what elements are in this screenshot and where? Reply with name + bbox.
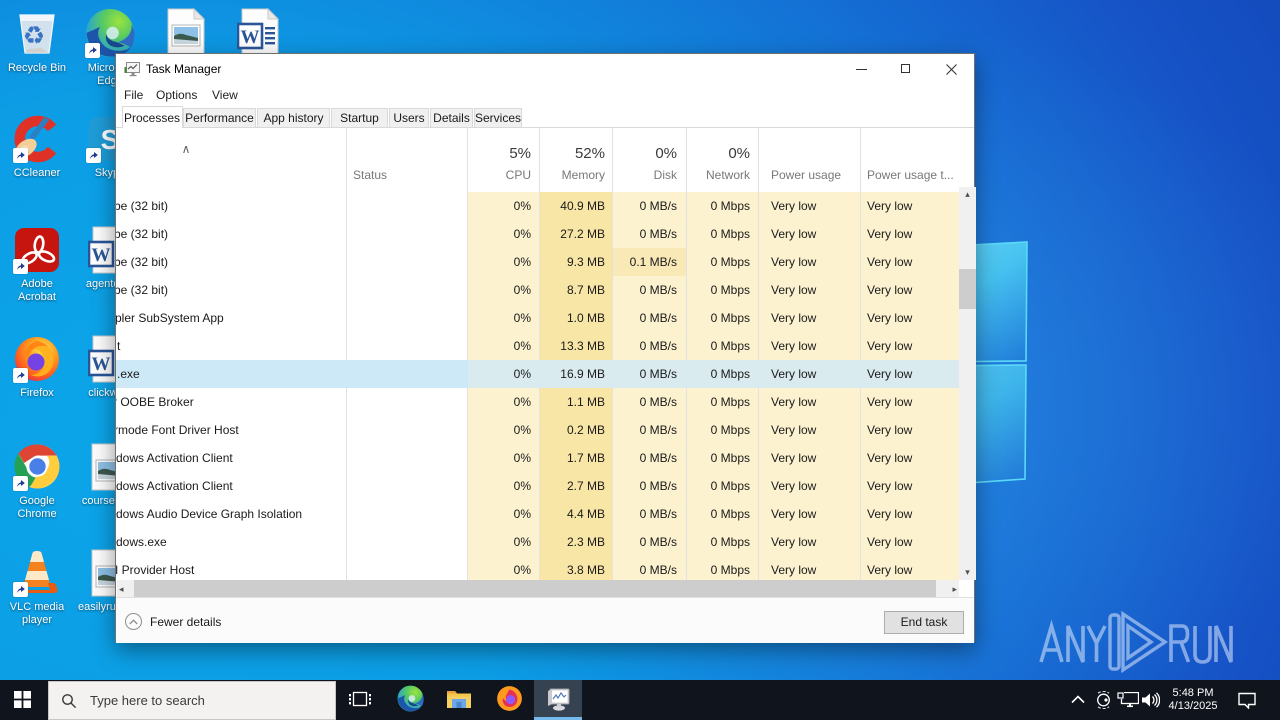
- svg-text:♻: ♻: [23, 22, 45, 50]
